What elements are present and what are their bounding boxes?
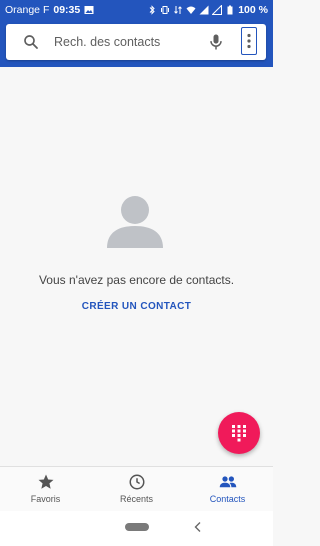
dialpad-icon [232, 425, 246, 442]
more-vert-icon [247, 33, 251, 49]
status-time: 09:35 [53, 3, 81, 16]
empty-state: Vous n'avez pas encore de contacts. CRÉE… [0, 67, 273, 467]
signal-icon-2 [212, 4, 223, 15]
nav-favoris[interactable]: Favoris [0, 467, 91, 512]
carrier-name: Orange F [5, 3, 50, 16]
person-avatar-icon [107, 196, 163, 248]
empty-message: Vous n'avez pas encore de contacts. [38, 273, 235, 287]
app-bar: Rech. des contacts [0, 19, 273, 67]
battery-level: 100 % [238, 3, 268, 16]
nav-label: Favoris [30, 494, 61, 504]
back-icon[interactable] [193, 521, 203, 533]
bottom-navigation: Favoris Récents Contacts [0, 466, 273, 512]
system-navigation [0, 511, 273, 546]
search-icon[interactable] [22, 33, 40, 51]
nav-label: Récents [119, 494, 154, 504]
clock-icon [129, 474, 144, 490]
more-options-button[interactable] [241, 27, 257, 55]
wifi-icon [186, 5, 196, 15]
star-icon [38, 474, 53, 489]
nav-recents[interactable]: Récents [91, 467, 182, 512]
search-input[interactable]: Rech. des contacts [54, 35, 160, 49]
nav-contacts[interactable]: Contacts [182, 467, 273, 512]
search-bar[interactable]: Rech. des contacts [6, 24, 266, 60]
image-notification-icon [84, 5, 94, 15]
create-contact-button[interactable]: CRÉER UN CONTACT [0, 301, 273, 312]
status-bar: Orange F 09:35 100 % [0, 0, 273, 19]
home-button[interactable] [125, 523, 149, 531]
bluetooth-icon [147, 4, 157, 15]
mic-icon[interactable] [206, 32, 226, 52]
people-icon [219, 476, 236, 488]
dialpad-fab[interactable] [218, 412, 260, 454]
nav-label: Contacts [209, 494, 246, 504]
vibrate-icon [160, 5, 170, 15]
data-transfer-icon [173, 5, 183, 15]
signal-icon [199, 5, 209, 15]
battery-icon [225, 5, 235, 15]
